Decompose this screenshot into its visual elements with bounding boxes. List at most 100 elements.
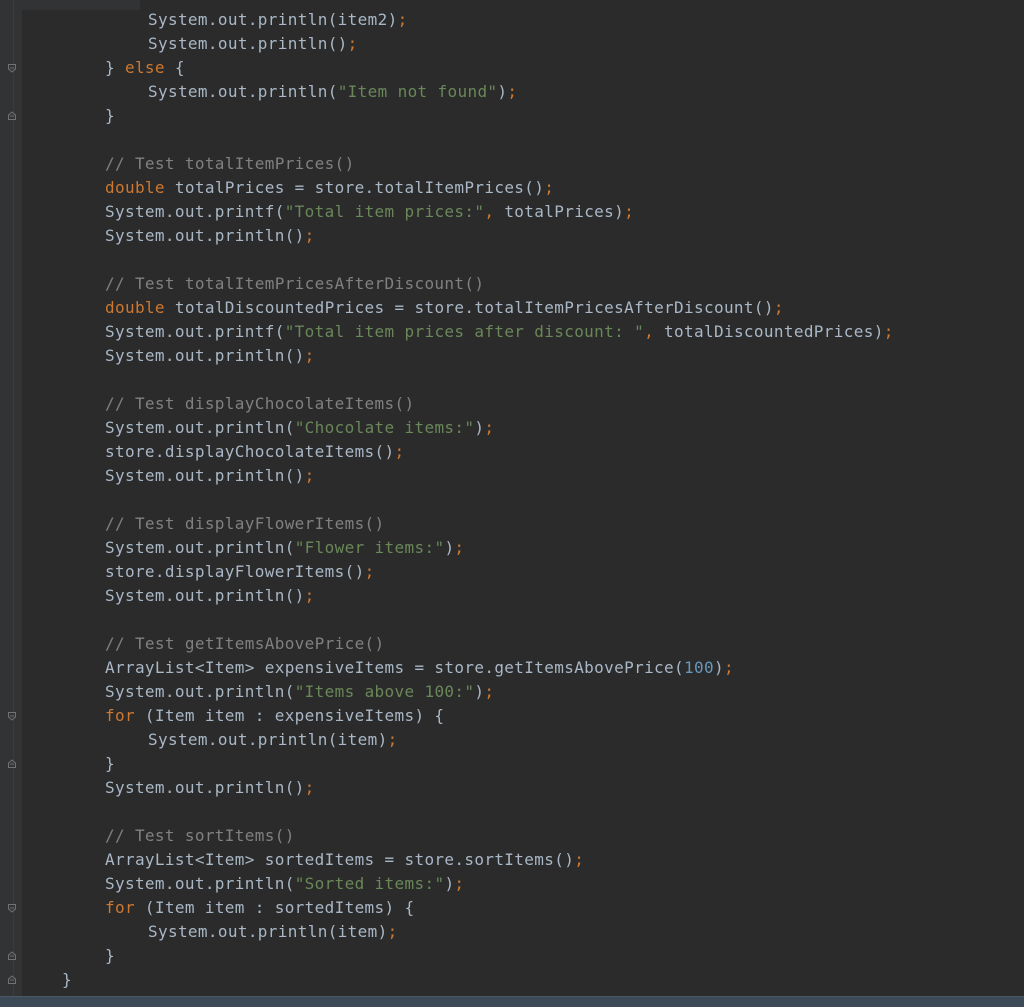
code-token: System.out.println( — [105, 418, 295, 437]
code-token: "Flower items:" — [294, 538, 445, 557]
code-line[interactable]: System.out.println(); — [105, 584, 315, 608]
code-token: for — [105, 706, 135, 725]
code-line[interactable]: // Test displayChocolateItems() — [105, 392, 414, 416]
code-token: for — [105, 898, 135, 917]
code-line[interactable]: System.out.println("Item not found"); — [148, 80, 517, 104]
horizontal-scrollbar[interactable] — [0, 996, 1024, 1007]
code-token: store.displayChocolateItems() — [105, 442, 395, 461]
code-token: double — [105, 298, 165, 317]
code-line[interactable]: ArrayList<Item> expensiveItems = store.g… — [105, 656, 734, 680]
scrollbar-edge — [0, 996, 1024, 997]
code-token: ) — [474, 418, 485, 437]
code-token: System.out.println() — [105, 226, 305, 245]
code-line[interactable]: System.out.println(item); — [148, 920, 398, 944]
code-token: ; — [624, 202, 635, 221]
code-token: System.out.println( — [105, 538, 295, 557]
fold-close-icon[interactable] — [7, 975, 17, 985]
code-token: ; — [304, 778, 315, 797]
code-token: } — [105, 106, 115, 125]
code-token: "Sorted items:" — [294, 874, 445, 893]
code-token: ; — [574, 850, 585, 869]
code-line[interactable]: ArrayList<Item> sortedItems = store.sort… — [105, 848, 584, 872]
fold-close-icon[interactable] — [7, 111, 17, 121]
code-token: totalPrices = store.totalItemPrices() — [164, 178, 545, 197]
code-token: System.out.println() — [148, 34, 348, 53]
code-token: ; — [773, 298, 784, 317]
code-token: ; — [484, 418, 495, 437]
code-line[interactable]: // Test getItemsAbovePrice() — [105, 632, 385, 656]
code-token: else — [124, 58, 165, 77]
code-token: ; — [723, 658, 734, 677]
code-token: System.out.println(item) — [148, 730, 388, 749]
code-line[interactable]: System.out.println(); — [105, 464, 315, 488]
code-token: // Test sortItems() — [105, 826, 295, 845]
code-line[interactable]: } — [105, 752, 115, 776]
code-line[interactable]: double totalPrices = store.totalItemPric… — [105, 176, 554, 200]
code-token: { — [164, 58, 185, 77]
code-token: ) — [497, 82, 508, 101]
code-token: // Test totalItemPrices() — [105, 154, 355, 173]
code-token: "Total item prices:" — [284, 202, 485, 221]
code-token: "Total item prices after discount: " — [284, 322, 645, 341]
code-line[interactable]: System.out.printf("Total item prices aft… — [105, 320, 894, 344]
code-line[interactable]: // Test totalItemPricesAfterDiscount() — [105, 272, 484, 296]
code-line[interactable]: for (Item item : sortedItems) { — [105, 896, 414, 920]
code-line[interactable]: } else { — [105, 56, 185, 80]
code-token: ; — [364, 562, 375, 581]
code-line[interactable]: System.out.println(); — [105, 776, 315, 800]
fold-close-icon[interactable] — [7, 759, 17, 769]
code-token: , — [484, 202, 495, 221]
code-line[interactable]: store.displayChocolateItems(); — [105, 440, 405, 464]
code-token: ; — [347, 34, 358, 53]
code-token: System.out.printf( — [105, 322, 285, 341]
code-token: store.displayFlowerItems() — [105, 562, 365, 581]
code-token: , — [644, 322, 655, 341]
code-token: ; — [883, 322, 894, 341]
code-token: (Item item : sortedItems) { — [134, 898, 415, 917]
fold-close-icon[interactable] — [7, 951, 17, 961]
code-token: System.out.println(item) — [148, 922, 388, 941]
code-line[interactable]: } — [105, 104, 115, 128]
code-line[interactable]: System.out.println(); — [105, 224, 315, 248]
code-token: } — [105, 946, 115, 965]
fold-open-icon[interactable] — [7, 903, 17, 913]
code-line[interactable]: System.out.println(item); — [148, 728, 398, 752]
code-token: ArrayList<Item> expensiveItems = store.g… — [105, 658, 685, 677]
code-line[interactable]: System.out.println(item2); — [148, 8, 408, 32]
code-line[interactable]: for (Item item : expensiveItems) { — [105, 704, 444, 728]
code-line[interactable]: System.out.printf("Total item prices:", … — [105, 200, 634, 224]
code-line[interactable]: } — [62, 968, 72, 992]
code-token: ArrayList<Item> sortedItems = store.sort… — [105, 850, 575, 869]
code-line[interactable]: } — [105, 944, 115, 968]
code-token: // Test totalItemPricesAfterDiscount() — [105, 274, 485, 293]
code-line[interactable]: // Test totalItemPrices() — [105, 152, 355, 176]
code-token: System.out.println() — [105, 346, 305, 365]
code-token: totalPrices) — [494, 202, 625, 221]
code-line[interactable]: System.out.println("Chocolate items:"); — [105, 416, 494, 440]
code-token: System.out.println( — [105, 874, 295, 893]
code-area[interactable]: System.out.println(item2); System.out.pri… — [0, 0, 1024, 996]
code-token: ; — [387, 730, 398, 749]
code-token: // Test displayChocolateItems() — [105, 394, 415, 413]
code-line[interactable]: System.out.println("Items above 100:"); — [105, 680, 494, 704]
code-line[interactable]: store.displayFlowerItems(); — [105, 560, 375, 584]
code-line[interactable]: // Test displayFlowerItems() — [105, 512, 385, 536]
code-token: ; — [544, 178, 555, 197]
code-line[interactable]: System.out.println("Sorted items:"); — [105, 872, 464, 896]
code-token: System.out.println() — [105, 466, 305, 485]
code-token: "Item not found" — [337, 82, 498, 101]
code-editor[interactable]: System.out.println(item2); System.out.pri… — [0, 0, 1024, 1007]
code-token: totalDiscountedPrices = store.totalItemP… — [164, 298, 774, 317]
code-token: (Item item : expensiveItems) { — [134, 706, 445, 725]
fold-open-icon[interactable] — [7, 63, 17, 73]
code-token: "Items above 100:" — [294, 682, 475, 701]
code-token: ) — [713, 658, 724, 677]
code-line[interactable]: System.out.println(); — [148, 32, 358, 56]
code-line[interactable]: System.out.println("Flower items:"); — [105, 536, 464, 560]
code-line[interactable]: // Test sortItems() — [105, 824, 295, 848]
code-token: ; — [304, 346, 315, 365]
code-token: ) — [474, 682, 485, 701]
fold-open-icon[interactable] — [7, 711, 17, 721]
code-line[interactable]: double totalDiscountedPrices = store.tot… — [105, 296, 784, 320]
code-line[interactable]: System.out.println(); — [105, 344, 315, 368]
